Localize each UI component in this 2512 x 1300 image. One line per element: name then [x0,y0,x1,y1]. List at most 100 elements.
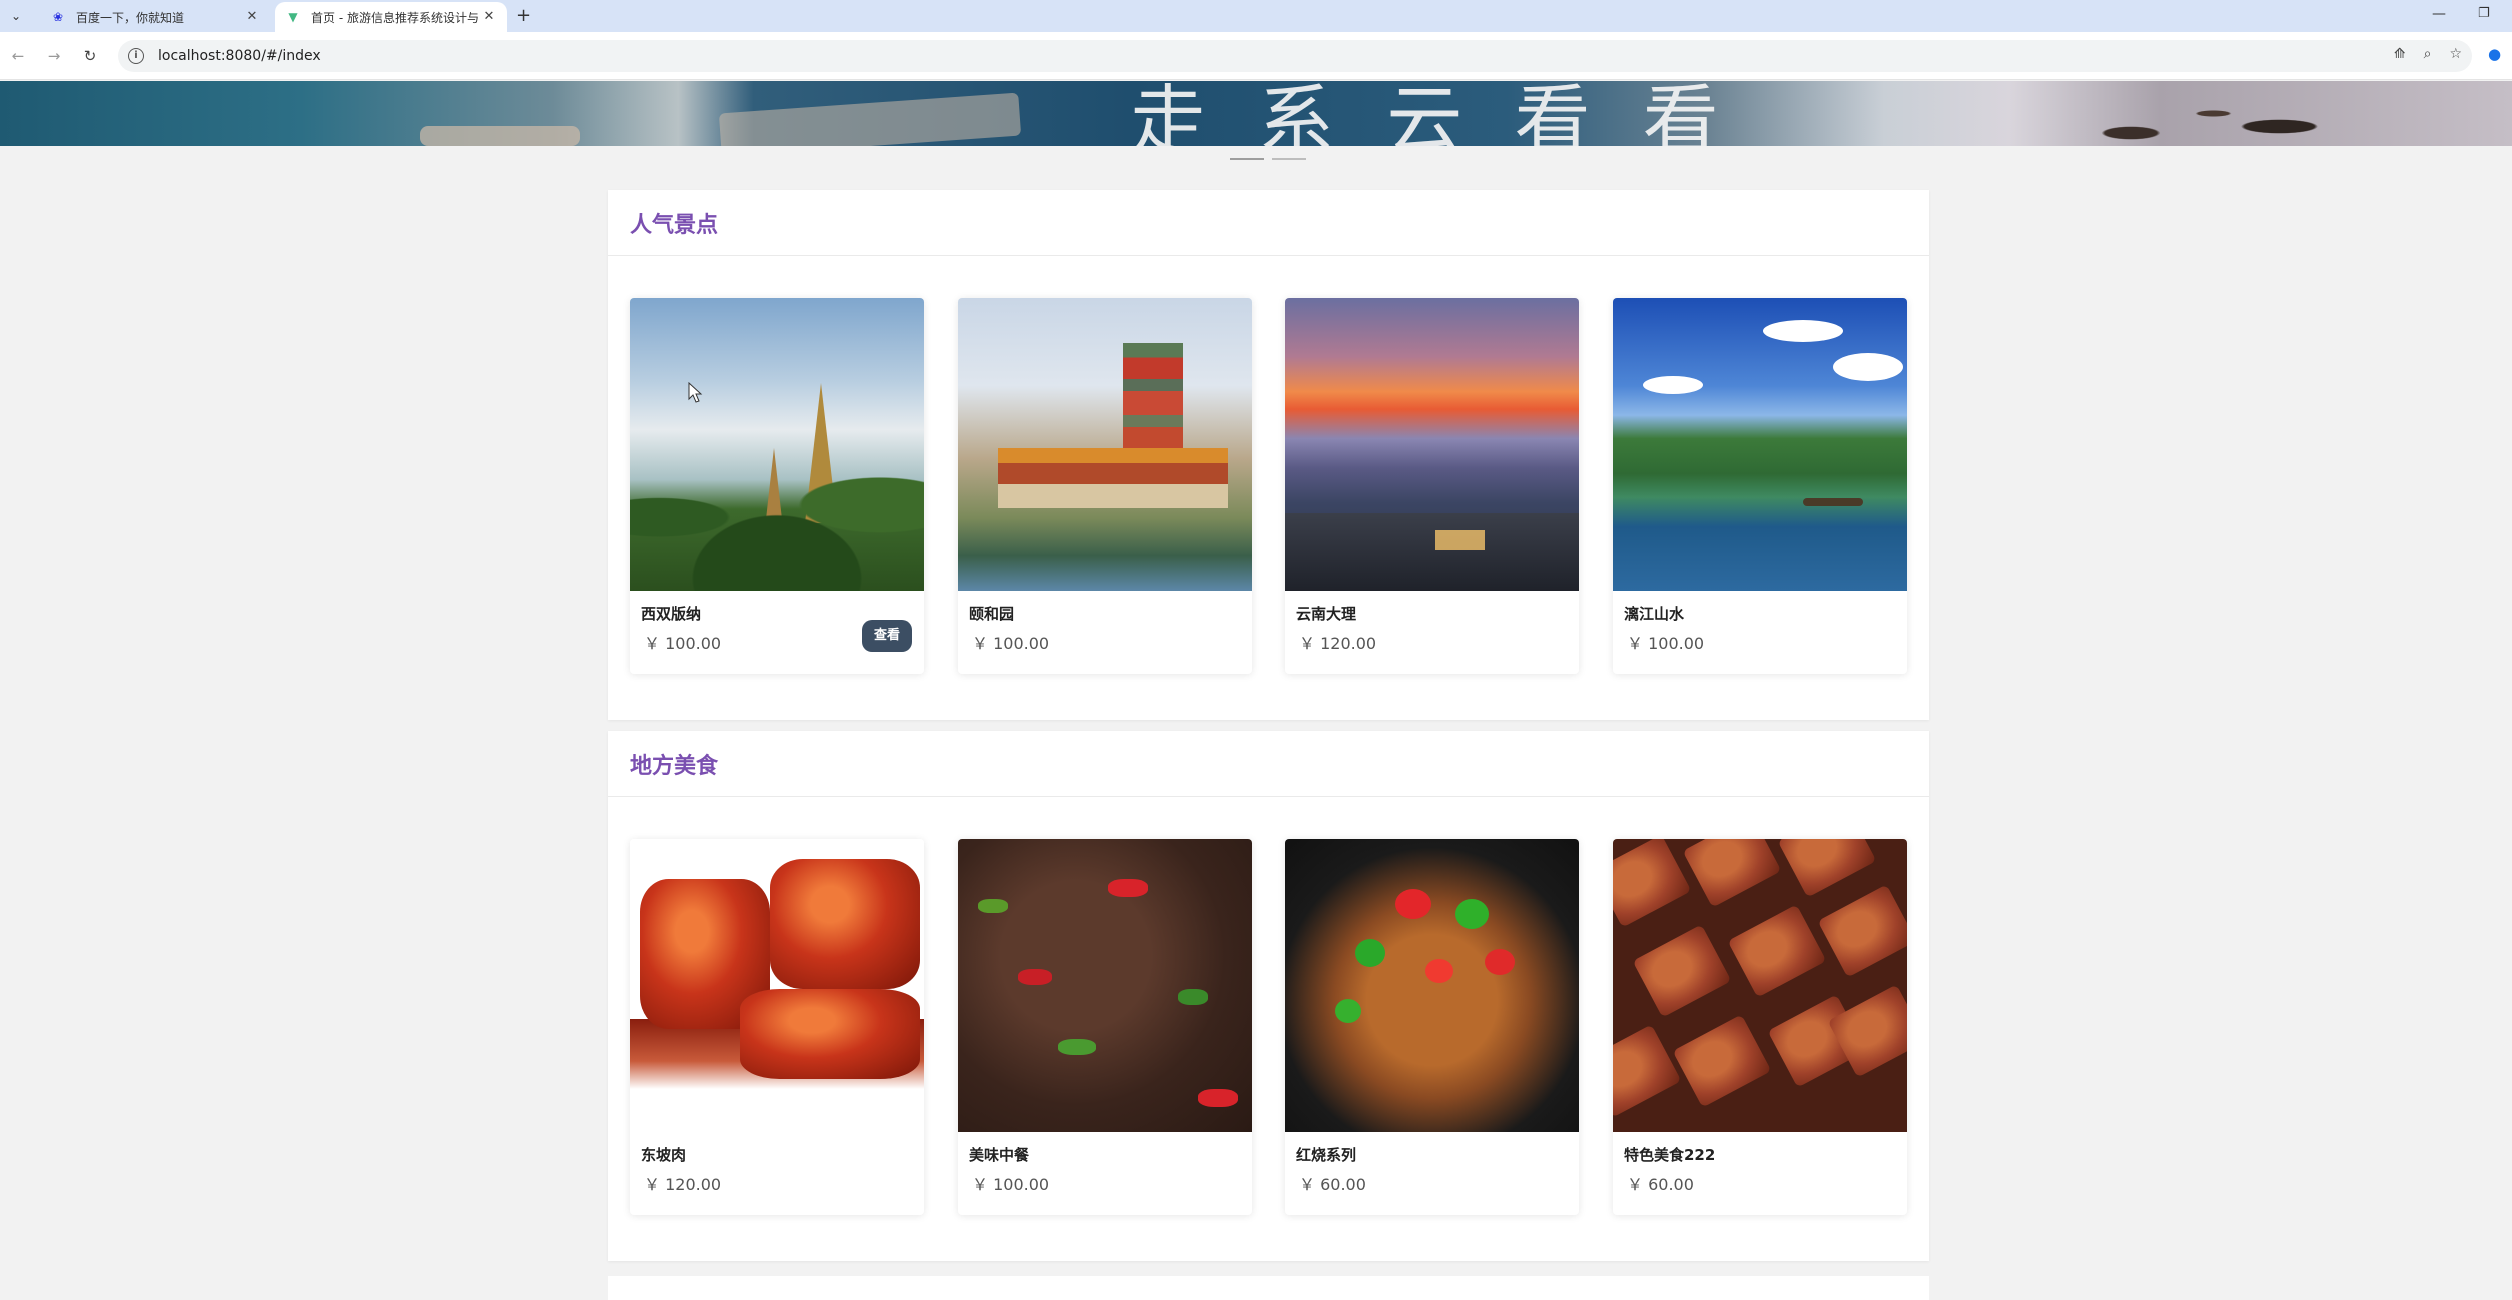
pork-shape [740,989,920,1079]
rock-shape [718,92,1022,146]
attraction-price: ￥ 100.00 [972,634,1050,653]
food-card[interactable]: 美味中餐 ￥ 100.00 [958,839,1252,1215]
bookmark-star-icon[interactable]: ☆ [2449,46,2462,62]
tofu-shape [1682,839,1782,908]
pepper-shape [1335,999,1361,1023]
close-tab-icon[interactable]: ✕ [481,9,497,25]
profile-avatar-icon[interactable]: ● [2488,45,2501,63]
mouse-cursor-icon [688,382,703,403]
url-text[interactable]: localhost:8080/#/index [158,48,321,64]
translate-icon[interactable]: ⟰ [2394,46,2406,62]
minimize-window-icon[interactable]: — [2432,6,2446,22]
new-tab-plus-icon[interactable]: + [516,7,531,25]
section-popular-attractions: 人气景点 西双版纳 ￥ 100.00 查看 颐和园 ￥ 100.00 云南大理 … [608,190,1929,720]
town-shape [1285,513,1579,591]
attraction-card[interactable]: 漓江山水 ￥ 100.00 [1613,298,1907,674]
food-name: 美味中餐 [969,1146,1030,1164]
food-name: 红烧系列 [1296,1146,1357,1164]
attraction-card-list: 西双版纳 ￥ 100.00 查看 颐和园 ￥ 100.00 云南大理 ￥ 120… [630,298,1909,674]
view-button[interactable]: 查看 [862,620,912,652]
pepper-shape [1018,969,1052,985]
pepper-shape [1178,989,1208,1005]
section-header: 人气景点 [608,190,1929,256]
tofu-shape [1613,1024,1682,1118]
reload-icon[interactable]: ↻ [80,46,100,66]
attraction-name: 云南大理 [1296,605,1357,623]
attraction-card[interactable]: 西双版纳 ￥ 100.00 查看 [630,298,924,674]
attraction-image[interactable] [1613,298,1907,591]
food-image[interactable] [1285,839,1579,1132]
attraction-image[interactable] [958,298,1252,591]
food-name: 特色美食222 [1624,1146,1716,1164]
carousel-indicators [1230,158,1306,160]
food-price: ￥ 100.00 [972,1175,1050,1194]
food-image[interactable] [630,839,924,1132]
pepper-shape [978,899,1008,913]
food-image[interactable] [1613,839,1907,1132]
pepper-shape [1355,939,1385,967]
food-card[interactable]: 东坡肉 ￥ 120.00 [630,839,924,1215]
carousel-dot[interactable] [1272,158,1306,160]
pepper-shape [1395,889,1431,919]
section-local-food: 地方美食 东坡肉 ￥ 120.00 美味中餐 ￥ 100.00 红烧系列 ￥ 6… [608,731,1929,1261]
browser-tab-bar: ⌄ ❀ 百度一下，你就知道 ✕ ▼ 首页 - 旅游信息推荐系统设计与 ✕ + —… [0,0,2512,32]
food-image[interactable] [958,839,1252,1132]
pepper-shape [1485,949,1515,975]
banner-text: 走 系 云 看 看 [1130,81,1733,146]
browser-toolbar: ← → ↻ i localhost:8080/#/index ⟰ ⌕ ☆ [0,32,2512,80]
site-info-icon[interactable]: i [128,48,144,64]
town-lights-shape [1435,530,1485,550]
address-bar[interactable]: i localhost:8080/#/index ⟰ ⌕ ☆ [118,40,2472,72]
food-card[interactable]: 特色美食222 ￥ 60.00 [1613,839,1907,1215]
pepper-shape [1455,899,1489,929]
browser-tab-baidu[interactable]: ❀ 百度一下，你就知道 ✕ [40,2,270,32]
food-price: ￥ 60.00 [1627,1175,1694,1194]
browser-tab-index[interactable]: ▼ 首页 - 旅游信息推荐系统设计与 ✕ [275,2,507,32]
attraction-name: 西双版纳 [641,605,702,623]
tab-title: 百度一下，你就知道 [76,10,185,25]
tree-silhouette [2032,81,2362,146]
attraction-card[interactable]: 云南大理 ￥ 120.00 [1285,298,1579,674]
pepper-shape [1108,879,1148,897]
tofu-shape [1613,839,1692,928]
tofu-shape [1727,904,1827,998]
carousel-dot-active[interactable] [1230,158,1264,160]
tab-title: 首页 - 旅游信息推荐系统设计与 [311,10,479,25]
close-tab-icon[interactable]: ✕ [244,9,260,25]
next-section-panel [608,1276,1929,1300]
pepper-shape [1425,959,1453,983]
attraction-image[interactable] [630,298,924,591]
zoom-icon[interactable]: ⌕ [2424,46,2432,62]
palm-trees-shape [630,468,924,591]
back-arrow-icon[interactable]: ← [8,46,28,66]
tofu-shape [1632,924,1732,1018]
pepper-shape [1198,1089,1238,1107]
tab-search-chevron-icon[interactable]: ⌄ [8,8,24,24]
hall-shape [998,448,1228,508]
rock-shape [420,126,580,146]
attraction-name: 漓江山水 [1624,605,1685,623]
food-price: ￥ 120.00 [644,1175,722,1194]
cloud-shape [1643,376,1703,394]
attraction-price: ￥ 120.00 [1299,634,1377,653]
hero-banner-image[interactable]: 走 系 云 看 看 [0,81,2512,146]
tofu-shape [1777,839,1877,898]
food-name: 东坡肉 [641,1146,687,1164]
attraction-name: 颐和园 [969,605,1015,623]
attraction-price: ￥ 100.00 [1627,634,1705,653]
food-price: ￥ 60.00 [1299,1175,1366,1194]
restore-window-icon[interactable]: ❐ [2478,6,2490,21]
tofu-shape [1817,884,1907,978]
section-header: 地方美食 [608,731,1929,797]
food-card[interactable]: 红烧系列 ￥ 60.00 [1285,839,1579,1215]
section-title: 人气景点 [630,212,719,238]
pepper-shape [1058,1039,1096,1055]
attraction-card[interactable]: 颐和园 ￥ 100.00 [958,298,1252,674]
attraction-price: ￥ 100.00 [644,634,722,653]
attraction-image[interactable] [1285,298,1579,591]
vue-icon: ▼ [288,10,298,24]
tofu-shape [1672,1014,1772,1108]
food-card-list: 东坡肉 ￥ 120.00 美味中餐 ￥ 100.00 红烧系列 ￥ 60.00 … [630,839,1909,1215]
tower-shape [1123,343,1183,463]
forward-arrow-icon[interactable]: → [44,46,64,66]
